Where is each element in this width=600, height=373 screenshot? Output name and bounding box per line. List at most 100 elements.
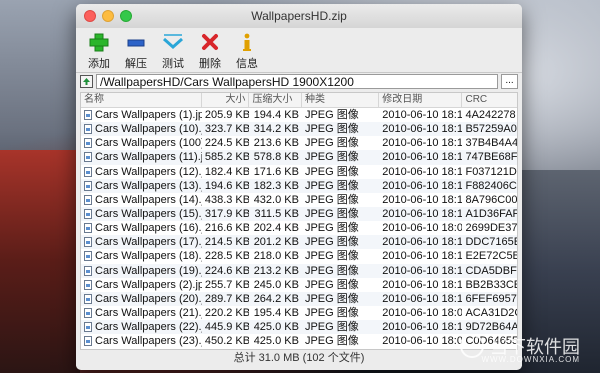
compressed-size-cell: 218.0 KB	[253, 250, 299, 263]
browse-button[interactable]: ...	[501, 74, 518, 89]
column-size[interactable]: 大小	[202, 93, 250, 107]
file-name-text: Cars Wallpapers (11).jpg	[95, 151, 202, 164]
modified-date-cell: 2010-06-10 18:15	[382, 179, 463, 192]
test-label: 测试	[162, 58, 184, 70]
file-name-text: Cars Wallpapers (23).jpg	[95, 335, 202, 348]
file-name-cell: Cars Wallpapers (14).jpg	[81, 193, 202, 207]
up-arrow-icon	[83, 78, 90, 85]
file-name-cell: Cars Wallpapers (17).jpg	[81, 235, 202, 249]
modified-date-cell: 2010-06-10 18:05	[382, 222, 463, 235]
table-row[interactable]: Cars Wallpapers (11).jpg585.2 KB578.8 KB…	[81, 150, 517, 165]
watermark-sub: WWW.DOWNXIA.COM	[481, 355, 580, 364]
parent-folder-button[interactable]	[80, 75, 93, 88]
delete-label: 删除	[199, 58, 221, 70]
file-name-text: Cars Wallpapers (1).jpg	[95, 109, 202, 122]
table-row[interactable]: Cars Wallpapers (1).jpg 205.9 KB 194.4 KB J…	[81, 108, 517, 122]
compressed-size-cell: 425.0 KB	[253, 335, 299, 348]
file-type-cell: JPEG 图像	[304, 109, 359, 121]
table-row[interactable]: Cars Wallpapers (14).jpg438.3 KB432.0 KB…	[81, 193, 517, 207]
column-type[interactable]: 种类	[302, 93, 380, 107]
compressed-size-cell: 578.8 KB	[253, 151, 299, 164]
file-size-cell: 182.4 KB	[204, 165, 250, 178]
crc-cell: 2699DE37	[465, 222, 517, 235]
modified-date-cell: 2010-06-10 18:12	[382, 109, 463, 121]
compressed-size-cell: 194.4 KB	[253, 109, 299, 121]
file-type-cell: JPEG 图像	[304, 179, 359, 192]
delete-button[interactable]: 删除	[193, 32, 227, 71]
info-button[interactable]: 信息	[230, 32, 264, 71]
modified-date-cell: 2010-06-10 18:13	[382, 207, 463, 220]
file-type-cell: JPEG 图像	[304, 292, 359, 305]
modified-date-cell: 2010-06-10 18:04	[382, 306, 463, 319]
file-size-cell: 323.7 KB	[204, 123, 250, 136]
table-row[interactable]: Cars Wallpapers (23).jpg450.2 KB425.0 KB…	[81, 334, 517, 348]
info-icon	[243, 33, 251, 51]
test-button[interactable]: 测试	[156, 32, 190, 71]
modified-date-cell: 2010-06-10 18:11	[382, 236, 463, 249]
file-name-cell: Cars Wallpapers (21).jpg	[81, 306, 202, 320]
path-field[interactable]: /WallpapersHD/Cars WallpapersHD 1900X120…	[96, 74, 498, 89]
table-row[interactable]: Cars Wallpapers (2).jpg 255.7 KB 245.0 KB J…	[81, 278, 517, 292]
crc-cell: CDA5DBFE	[465, 264, 517, 277]
modified-date-cell: 2010-06-10 18:12	[382, 165, 463, 178]
file-name-text: Cars Wallpapers (13).jpg	[95, 179, 202, 192]
file-name-cell: Cars Wallpapers (13).jpg	[81, 179, 202, 193]
file-name-cell: Cars Wallpapers (16).jpg	[81, 221, 202, 235]
image-file-icon	[84, 279, 92, 290]
file-name-cell: Cars Wallpapers (11).jpg	[81, 150, 202, 164]
image-file-icon	[84, 180, 92, 191]
file-size-cell: 216.6 KB	[204, 222, 250, 235]
table-row[interactable]: Cars Wallpapers (100).jpg224.5 KB213.6 K…	[81, 136, 517, 150]
table-row[interactable]: Cars Wallpapers (19).jpg224.6 KB213.2 KB…	[81, 263, 517, 278]
compressed-size-cell: 245.0 KB	[253, 278, 299, 291]
crc-cell: 8A796C00	[465, 193, 517, 206]
image-file-icon	[84, 194, 92, 205]
file-size-cell: 228.5 KB	[204, 250, 250, 263]
file-size-cell: 224.6 KB	[204, 264, 250, 277]
column-name[interactable]: 名称	[81, 93, 202, 107]
image-file-icon	[84, 138, 92, 149]
file-name-text: Cars Wallpapers (18).jpg	[95, 250, 202, 263]
add-button[interactable]: 添加	[82, 32, 116, 71]
table-row[interactable]: Cars Wallpapers (17).jpg214.5 KB201.2 KB…	[81, 235, 517, 250]
crc-cell: 37B4B4A4	[465, 137, 517, 150]
column-crc[interactable]: CRC	[462, 93, 517, 107]
file-type-cell: JPEG 图像	[304, 278, 359, 291]
file-name-cell: Cars Wallpapers (1).jpg	[81, 108, 202, 122]
modified-date-cell: 2010-06-10 18:14	[382, 292, 463, 305]
table-row[interactable]: Cars Wallpapers (18).jpg228.5 KB218.0 KB…	[81, 249, 517, 263]
image-file-icon	[84, 308, 92, 319]
table-row[interactable]: Cars Wallpapers (22).jpg445.9 KB425.0 KB…	[81, 320, 517, 335]
file-type-cell: JPEG 图像	[304, 222, 359, 235]
extract-button[interactable]: 解压	[119, 32, 153, 71]
table-row[interactable]: Cars Wallpapers (13).jpg194.6 KB182.3 KB…	[81, 178, 517, 193]
file-type-cell: JPEG 图像	[304, 123, 359, 136]
column-compressed[interactable]: 压缩大小	[249, 93, 302, 107]
compressed-size-cell: 213.6 KB	[253, 137, 299, 150]
compressed-size-cell: 201.2 KB	[253, 236, 299, 249]
table-row[interactable]: Cars Wallpapers (21).jpg220.2 KB195.4 KB…	[81, 306, 517, 320]
table-row[interactable]: Cars Wallpapers (10).jpg323.7 KB314.2 KB…	[81, 122, 517, 137]
file-name-cell: Cars Wallpapers (2).jpg	[81, 278, 202, 292]
modified-date-cell: 2010-06-10 18:14	[382, 151, 463, 164]
file-name-text: Cars Wallpapers (16).jpg	[95, 222, 202, 235]
table-row[interactable]: Cars Wallpapers (12).jpg182.4 KB171.6 KB…	[81, 165, 517, 179]
extract-label: 解压	[125, 58, 147, 70]
crc-cell: DDC7165E	[465, 236, 517, 249]
crc-cell: A1D36FAF	[465, 207, 517, 220]
compressed-size-cell: 432.0 KB	[253, 193, 299, 206]
modified-date-cell: 2010-06-10 18:12	[382, 193, 463, 206]
table-row[interactable]: Cars Wallpapers (15).jpg317.9 KB 311.5 KB…	[81, 206, 517, 222]
file-size-cell: 214.5 KB	[204, 236, 250, 249]
title-bar[interactable]: WallpapersHD.zip	[76, 4, 522, 28]
compressed-size-cell: 171.6 KB	[253, 165, 299, 178]
table-row[interactable]: Cars Wallpapers (16).jpg216.6 KB202.4 KB…	[81, 221, 517, 235]
compressed-size-cell: 195.4 KB	[253, 306, 299, 319]
file-name-text: Cars Wallpapers (22).jpg	[95, 321, 202, 334]
file-type-cell: JPEG 图像	[304, 207, 359, 220]
file-table: 名称 大小 压缩大小 种类 修改日期 CRC Cars Wallpapers (…	[80, 92, 518, 350]
table-row[interactable]: Cars Wallpapers (20).jpg289.7 KB264.2 KB…	[81, 291, 517, 306]
crc-cell: F037121D	[465, 165, 517, 178]
modified-date-cell: 2010-06-10 18:11	[382, 250, 463, 263]
column-modified[interactable]: 修改日期	[379, 93, 463, 107]
